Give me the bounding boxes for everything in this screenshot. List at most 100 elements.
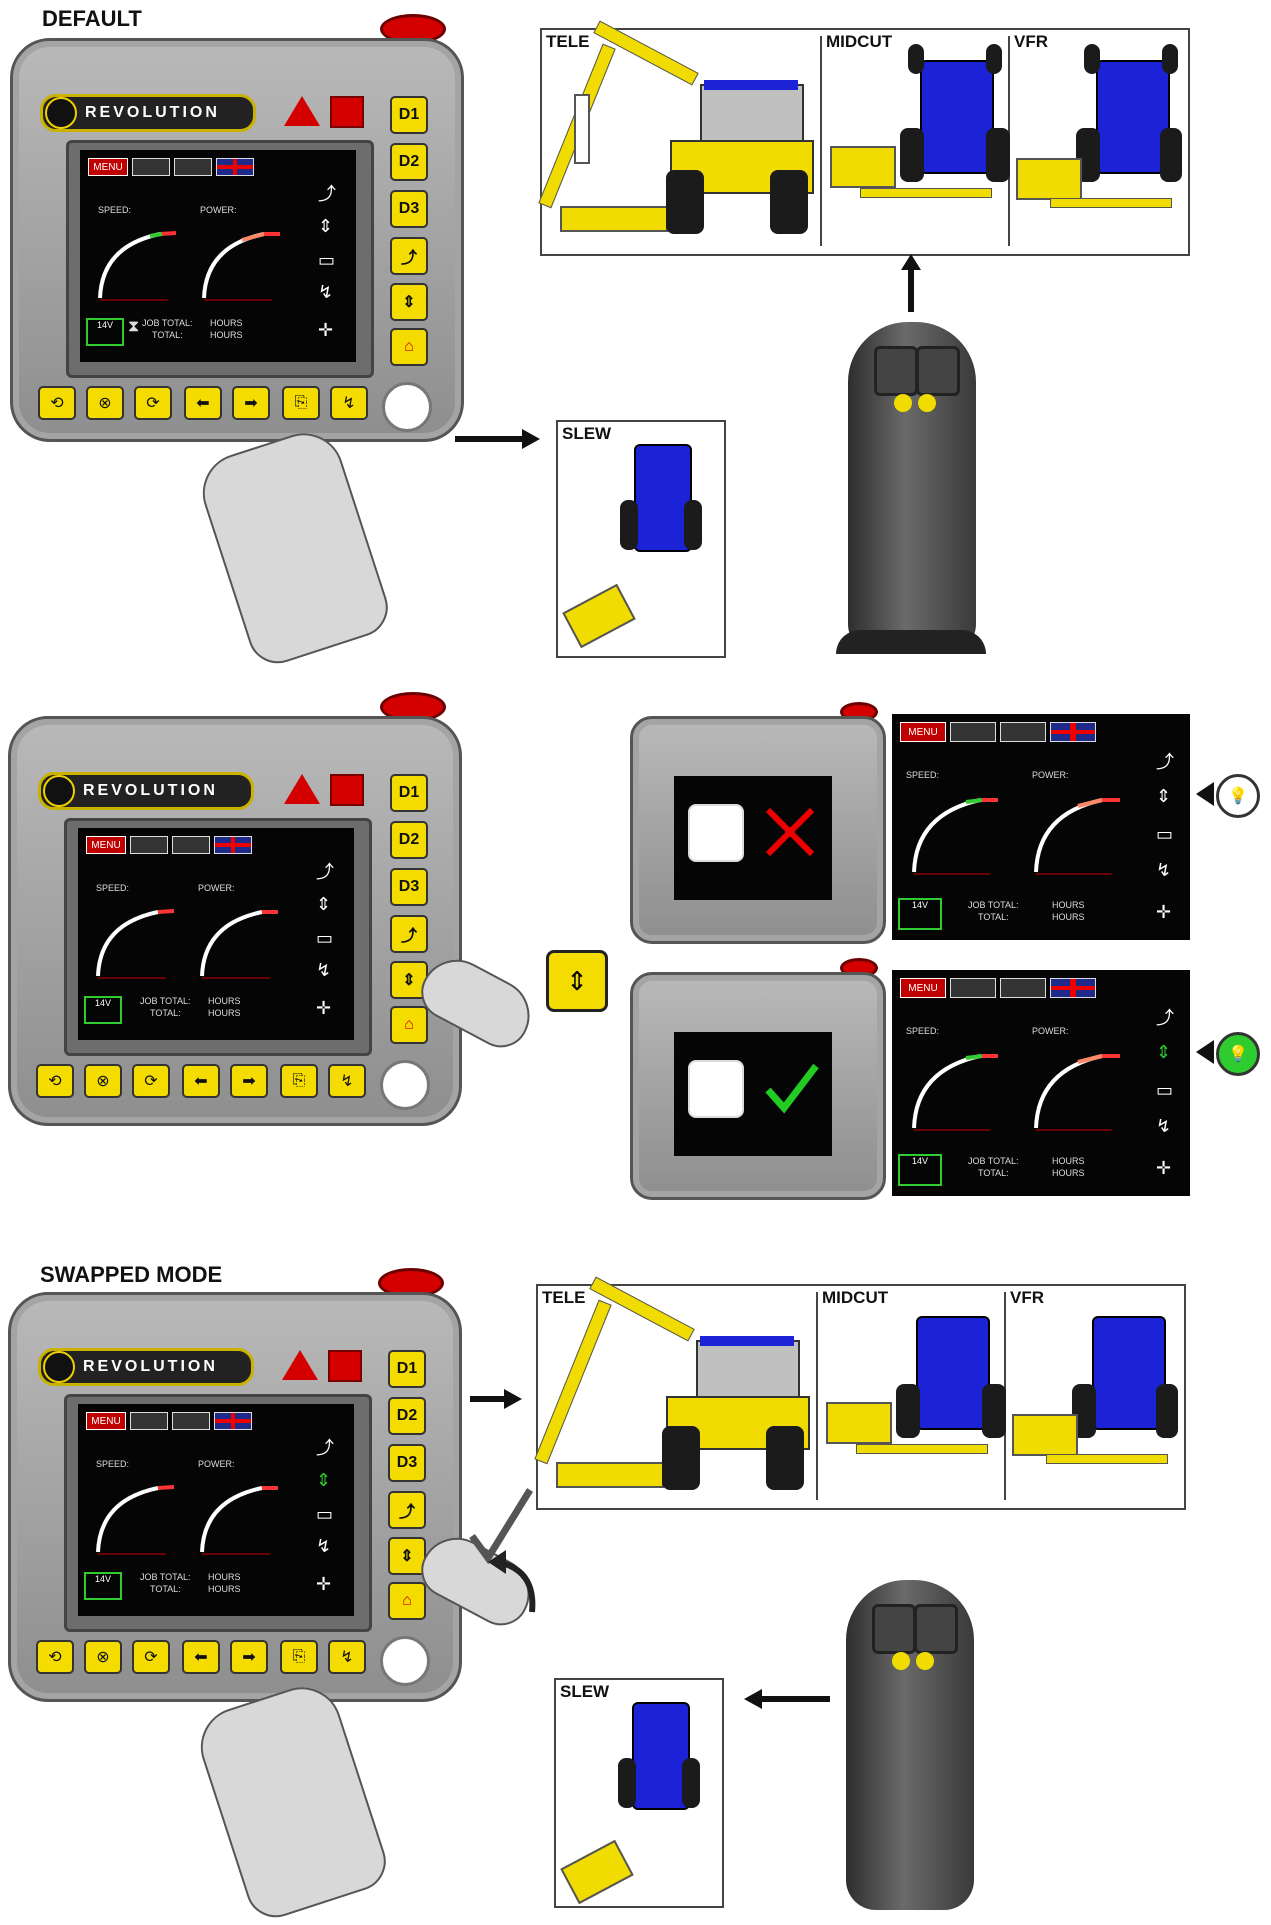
bottom-button-3[interactable]: ⟳ xyxy=(132,1064,170,1098)
slew-wheel xyxy=(618,1758,636,1808)
right-arrow-button[interactable]: ➡ xyxy=(230,1640,268,1674)
slew-wheel xyxy=(682,1758,700,1808)
float-icon: ⇕ xyxy=(318,216,334,236)
d3-button[interactable]: D3 xyxy=(390,868,428,906)
bottom-button-6[interactable]: ⎘ xyxy=(282,386,320,420)
float-button[interactable]: ⇕ xyxy=(390,283,428,321)
joystick-yellow-button[interactable] xyxy=(892,1652,910,1670)
bottom-button-1[interactable]: ⟲ xyxy=(36,1064,74,1098)
joystick-button-left[interactable] xyxy=(874,346,918,396)
slew-wheel xyxy=(684,500,702,550)
bottom-button-2[interactable]: ⊗ xyxy=(84,1640,122,1674)
gauges-tab[interactable] xyxy=(950,978,996,998)
vfr-mower xyxy=(1016,158,1082,200)
settings-tab[interactable] xyxy=(174,158,212,176)
right-arrow-button[interactable]: ➡ xyxy=(232,386,270,420)
rotary-knob[interactable] xyxy=(380,1636,430,1686)
uk-flag-icon[interactable] xyxy=(1050,978,1096,998)
midcut-label: MIDCUT xyxy=(822,1288,889,1307)
left-arrow-button[interactable]: ⬅ xyxy=(182,1640,220,1674)
d1-button[interactable]: D1 xyxy=(390,96,428,134)
joystick-button-right[interactable] xyxy=(916,346,960,396)
bottom-button-1[interactable]: ⟲ xyxy=(36,1640,74,1674)
settings-tab[interactable] xyxy=(1000,978,1046,998)
arm-mode-button[interactable]: ⤴ xyxy=(388,1491,426,1529)
joystick-base xyxy=(836,630,986,654)
arm-mode-button[interactable]: ⤴ xyxy=(390,915,428,953)
menu-button[interactable]: MENU xyxy=(86,1412,126,1430)
display-screen: MENU SPEED: POWER: 14V ⧗ JOB TOTAL: TOTA… xyxy=(80,150,356,362)
uk-flag-icon[interactable] xyxy=(1050,722,1096,742)
midcut-mower xyxy=(826,1402,892,1444)
d1-button[interactable]: D1 xyxy=(390,774,428,812)
bottom-button-1[interactable]: ⟲ xyxy=(38,386,76,420)
menu-button[interactable]: MENU xyxy=(900,722,946,742)
settings-tab[interactable] xyxy=(172,1412,210,1430)
uk-flag-icon[interactable] xyxy=(216,158,254,176)
bottom-button-3[interactable]: ⟳ xyxy=(132,1640,170,1674)
gauges-tab[interactable] xyxy=(130,836,168,854)
gauges-tab[interactable] xyxy=(130,1412,168,1430)
rotary-knob[interactable] xyxy=(382,382,432,432)
total-label: TOTAL: xyxy=(152,330,183,340)
bottom-button-6[interactable]: ⎘ xyxy=(280,1640,318,1674)
warning-triangle-icon xyxy=(282,1350,318,1380)
gauges-tab[interactable] xyxy=(132,158,170,176)
home-button[interactable]: ⌂ xyxy=(390,1006,428,1044)
bottom-button-2[interactable]: ⊗ xyxy=(86,386,124,420)
float-button-large-icon: ⇕ xyxy=(546,950,608,1012)
home-button[interactable]: ⌂ xyxy=(388,1582,426,1620)
total-hours-label: HOURS xyxy=(208,1008,241,1018)
joystick-yellow-button[interactable] xyxy=(894,394,912,412)
logo-text: REVOLUTION xyxy=(85,104,220,121)
left-arrow-button[interactable]: ⬅ xyxy=(184,386,222,420)
joystick-yellow-button[interactable] xyxy=(918,394,936,412)
right-arrow-button[interactable]: ➡ xyxy=(230,1064,268,1098)
tele-wheel xyxy=(770,170,808,234)
arm-icon: ⤴ xyxy=(318,184,336,204)
total-hours-label: HOURS xyxy=(208,1584,241,1594)
uk-flag-icon[interactable] xyxy=(214,1412,252,1430)
battery-indicator: 14V xyxy=(84,996,122,1024)
home-button[interactable]: ⌂ xyxy=(390,328,428,366)
midcut-tractor xyxy=(916,1316,990,1430)
joystick-button-right[interactable] xyxy=(914,1604,958,1654)
bottom-button-7[interactable]: ↯ xyxy=(328,1064,366,1098)
job-hours-label: HOURS xyxy=(208,1572,241,1582)
joystick-button-left[interactable] xyxy=(872,1604,916,1654)
float-active-icon: ⇕ xyxy=(316,1470,332,1490)
d1-button[interactable]: D1 xyxy=(388,1350,426,1388)
settings-tab[interactable] xyxy=(172,836,210,854)
gauges-tab[interactable] xyxy=(950,722,996,742)
bottom-button-3[interactable]: ⟳ xyxy=(134,386,172,420)
revolution-logo: REVOLUTION xyxy=(38,772,254,810)
joystick-yellow-button[interactable] xyxy=(916,1652,934,1670)
d3-button[interactable]: D3 xyxy=(390,190,428,228)
menu-button[interactable]: MENU xyxy=(88,158,128,176)
speed-label: SPEED: xyxy=(96,883,130,893)
d2-button[interactable]: D2 xyxy=(390,143,428,181)
settings-tab[interactable] xyxy=(1000,722,1046,742)
arm-mode-button[interactable]: ⤴ xyxy=(390,237,428,275)
uk-flag-icon[interactable] xyxy=(214,836,252,854)
d2-button[interactable]: D2 xyxy=(388,1397,426,1435)
slew-wheel xyxy=(620,500,638,550)
arrow-right-head-icon xyxy=(522,429,540,449)
menu-button[interactable]: MENU xyxy=(86,836,126,854)
display-screen: MENU SPEED: POWER: 14V JOB TOTAL: TOTAL:… xyxy=(78,828,354,1040)
rotary-knob[interactable] xyxy=(380,1060,430,1110)
bottom-button-7[interactable]: ↯ xyxy=(328,1640,366,1674)
left-arrow-button[interactable]: ⬅ xyxy=(182,1064,220,1098)
bottom-button-6[interactable]: ⎘ xyxy=(280,1064,318,1098)
mcconnel-badge-icon xyxy=(43,775,75,807)
total-hours-label: HOURS xyxy=(210,330,243,340)
d3-button[interactable]: D3 xyxy=(388,1444,426,1482)
bottom-button-2[interactable]: ⊗ xyxy=(84,1064,122,1098)
speed-gauge xyxy=(96,909,175,979)
menu-button[interactable]: MENU xyxy=(900,978,946,998)
mini-screen xyxy=(674,776,832,900)
d2-button[interactable]: D2 xyxy=(390,821,428,859)
bottom-button-7[interactable]: ↯ xyxy=(330,386,368,420)
power-gauge xyxy=(202,232,280,301)
pointing-hand-icon xyxy=(192,422,396,672)
